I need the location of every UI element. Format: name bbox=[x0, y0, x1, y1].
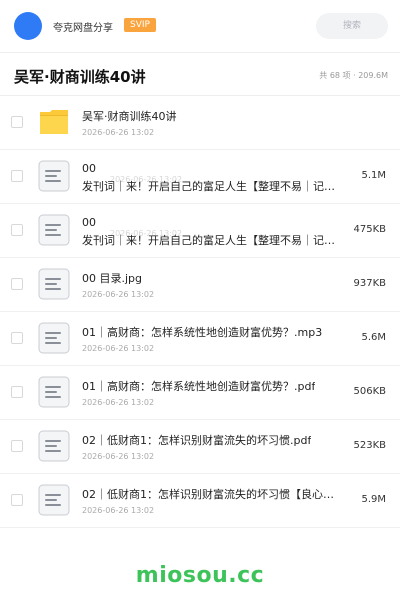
item-name-continued: 发刊词｜来！开启自己的富足人生【整理不易｜记… bbox=[82, 180, 335, 193]
item-name: 02｜低财商1：怎样识别财富流失的坏习惯.pdf bbox=[82, 434, 312, 447]
list-item[interactable]: 02｜低财商1：怎样识别财富流失的坏习惯【良心整理… 2026-06-26 13… bbox=[0, 474, 400, 528]
select-checkbox[interactable] bbox=[11, 224, 23, 236]
site-watermark: miosou.cc bbox=[135, 563, 265, 588]
select-checkbox[interactable] bbox=[11, 116, 23, 128]
list-item[interactable]: 01｜高财商：怎样系统性地创造财富优势？.mp3 2026-06-26 13:0… bbox=[0, 312, 400, 366]
item-date: 2026-06-26 13:02 bbox=[82, 290, 155, 299]
list-item[interactable]: 01｜高财商：怎样系统性地创造财富优势？.pdf 2026-06-26 13:0… bbox=[0, 366, 400, 420]
select-checkbox[interactable] bbox=[11, 332, 23, 344]
item-date: 2026-06-26 13:02 bbox=[82, 344, 155, 353]
list-item[interactable]: 00 2026-06-26 13:02 发刊词｜来！开启自己的富足人生【整理不易… bbox=[0, 204, 400, 258]
item-size: 5.1M bbox=[361, 170, 386, 181]
top-bar: 夸克网盘分享 SVIP bbox=[0, 0, 400, 52]
file-icon bbox=[38, 322, 70, 354]
item-date: 2026-06-26 13:02 bbox=[82, 452, 155, 461]
folder-icon bbox=[40, 110, 68, 134]
select-checkbox[interactable] bbox=[11, 494, 23, 506]
select-checkbox[interactable] bbox=[11, 440, 23, 452]
item-date: 2026-06-26 13:02 bbox=[82, 128, 155, 137]
item-size: 506KB bbox=[353, 386, 386, 397]
list-item[interactable]: 00 目录.jpg 2026-06-26 13:02 937KB bbox=[0, 258, 400, 312]
select-checkbox[interactable] bbox=[11, 278, 23, 290]
item-size: 475KB bbox=[353, 224, 386, 235]
item-size: 523KB bbox=[353, 440, 386, 451]
item-size: 5.6M bbox=[361, 332, 386, 343]
item-date: 2026-06-26 13:02 bbox=[82, 506, 155, 515]
file-icon bbox=[38, 214, 70, 246]
item-name: 01｜高财商：怎样系统性地创造财富优势？.mp3 bbox=[82, 326, 323, 339]
item-name-continued: 发刊词｜来！开启自己的富足人生【整理不易｜记… bbox=[82, 234, 335, 247]
item-name: 02｜低财商1：怎样识别财富流失的坏习惯【良心整理… bbox=[82, 488, 344, 501]
item-name: 01｜高财商：怎样系统性地创造财富优势？.pdf bbox=[82, 380, 316, 393]
folder-meta: 共 68 项 · 209.6M bbox=[319, 71, 388, 80]
list-item[interactable]: 00 2026-06-26 13:02 发刊词｜来！开启自己的富足人生【整理不易… bbox=[0, 150, 400, 204]
file-icon bbox=[38, 268, 70, 300]
item-name: 00 bbox=[82, 216, 96, 229]
file-icon bbox=[38, 484, 70, 516]
item-name: 00 目录.jpg bbox=[82, 272, 143, 285]
select-checkbox[interactable] bbox=[11, 170, 23, 182]
item-name: 吴军·财商训练40讲 bbox=[82, 110, 177, 123]
folder-title: 吴军·财商训练40讲 bbox=[14, 68, 146, 86]
header-divider bbox=[0, 52, 400, 53]
list-item[interactable]: 吴军·财商训练40讲 2026-06-26 13:02 bbox=[0, 96, 400, 150]
item-date: 2026-06-26 13:02 bbox=[82, 398, 155, 407]
item-size: 937KB bbox=[353, 278, 386, 289]
file-icon bbox=[38, 160, 70, 192]
avatar[interactable] bbox=[14, 12, 42, 40]
svip-badge: SVIP bbox=[124, 18, 156, 32]
list-item[interactable]: 02｜低财商1：怎样识别财富流失的坏习惯.pdf 2026-06-26 13:0… bbox=[0, 420, 400, 474]
brand-name: 夸克网盘分享 bbox=[53, 23, 113, 34]
file-icon bbox=[38, 430, 70, 462]
item-name: 00 bbox=[82, 162, 96, 175]
search-input[interactable] bbox=[316, 13, 388, 39]
select-checkbox[interactable] bbox=[11, 386, 23, 398]
item-size: 5.9M bbox=[361, 494, 386, 505]
file-icon bbox=[38, 376, 70, 408]
file-list: 吴军·财商训练40讲 2026-06-26 13:02 00 2026-06-2… bbox=[0, 96, 400, 528]
